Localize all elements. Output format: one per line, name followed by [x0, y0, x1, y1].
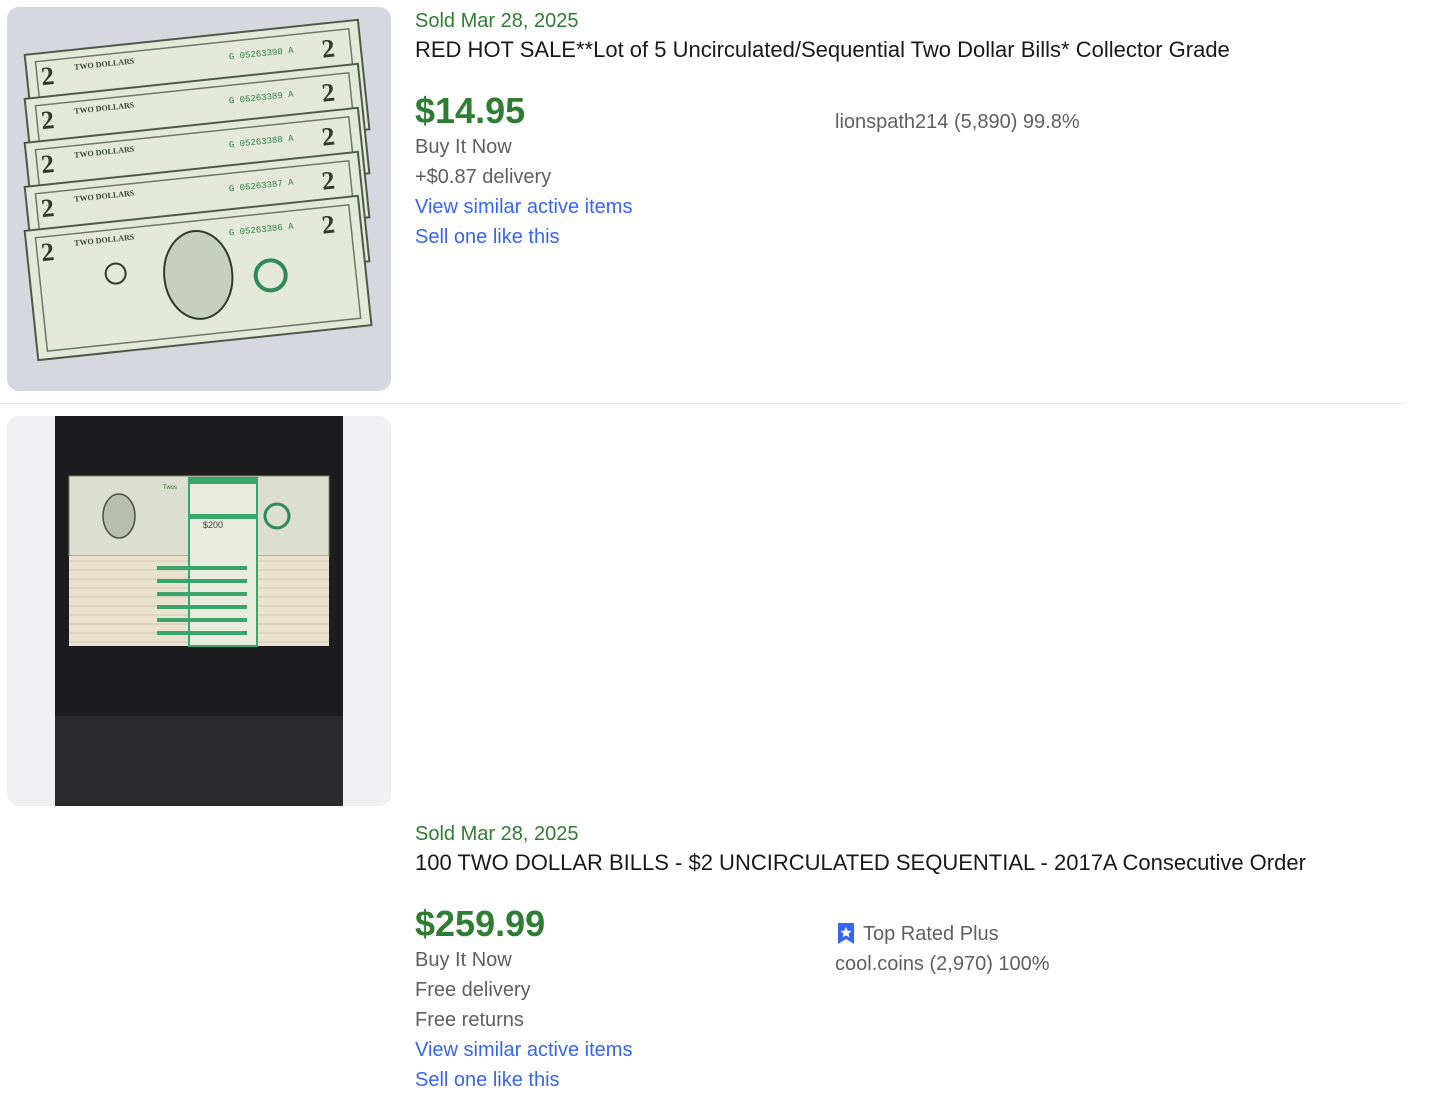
sell-one-link[interactable]: Sell one like this — [415, 1065, 1306, 1095]
sold-date: Sold Mar 28, 2025 — [415, 10, 579, 32]
listing-price: $14.95 — [415, 90, 526, 131]
seller-info: Top Rated Plus cool.coins (2,970) 100% — [835, 919, 1050, 979]
view-similar-link[interactable]: View similar active items — [415, 192, 1230, 222]
strap-stripe — [157, 579, 247, 583]
listing-item: 2 2 TWO DOLLARS G 05263390 A 2 2 TWO DOLLARS G … — [0, 0, 1405, 404]
returns-info: Free returns — [415, 1009, 524, 1031]
strap-word: Twos — [163, 485, 177, 491]
view-similar-link[interactable]: View similar active items — [415, 1035, 1306, 1065]
listing-info: Sold Mar 28, 2025 RED HOT SALE**Lot of 5… — [415, 8, 1230, 252]
strap-stripe — [157, 592, 247, 596]
listing-title[interactable]: 100 TWO DOLLAR BILLS - $2 UNCIRCULATED S… — [415, 849, 1306, 877]
sold-date: Sold Mar 28, 2025 — [415, 823, 579, 845]
strap-stripe-top — [189, 478, 257, 484]
delivery-cost: Free delivery — [415, 979, 531, 1001]
top-rated-badge: Top Rated Plus — [835, 919, 1050, 949]
sell-one-link[interactable]: Sell one like this — [415, 222, 1230, 252]
listing-item: $200 Twos Sold Mar 28, 2025 100 TWO DOLL… — [0, 404, 1405, 1091]
strap-stripe — [157, 618, 247, 622]
listing-thumbnail[interactable]: 2 2 TWO DOLLARS G 05263390 A 2 2 TWO DOLLARS G … — [7, 7, 391, 391]
strap-stripe — [157, 605, 247, 609]
strap-stripe — [157, 566, 247, 570]
portrait-oval — [102, 493, 136, 539]
strap-stripe-mid — [189, 514, 257, 519]
bill-stack-photo: $200 Twos — [7, 416, 391, 806]
listing-format: Buy It Now — [415, 136, 512, 158]
strap-label: $200 — [203, 520, 223, 530]
delivery-cost: +$0.87 delivery — [415, 166, 552, 188]
listing-title[interactable]: RED HOT SALE**Lot of 5 Uncirculated/Sequ… — [415, 36, 1230, 64]
badge-label: Top Rated Plus — [863, 923, 999, 945]
bills-photo: 22TWO DOLLARSG 05263390 A22TWO DOLLARSG … — [7, 7, 391, 391]
seller-info: lionspath214 (5,890) 99.8% — [835, 107, 1080, 137]
seller-name[interactable]: lionspath214 (5,890) 99.8% — [835, 107, 1080, 137]
top-rated-plus-icon — [838, 923, 854, 944]
strap-stripe — [157, 631, 247, 635]
seller-name[interactable]: cool.coins (2,970) 100% — [835, 949, 1050, 979]
listing-thumbnail[interactable]: $200 Twos — [7, 416, 391, 806]
